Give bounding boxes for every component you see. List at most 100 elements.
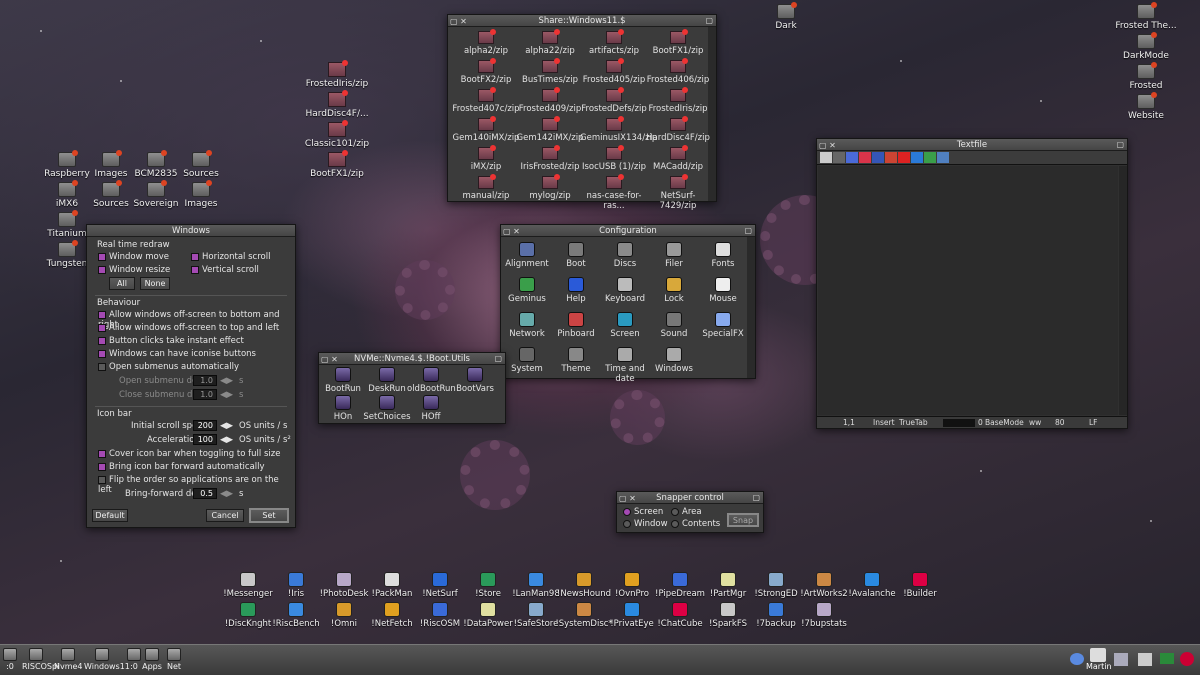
display-icon[interactable] [1138,653,1152,666]
stepper-arrows-icon[interactable]: ◀▶ [220,489,233,499]
title-bar[interactable]: ▢ ✕ NVMe::Nvme4.$.!Boot.Utils ▢ [319,353,505,365]
contents-radio[interactable]: Contents [671,519,720,529]
snapper-window[interactable]: ▢ ✕ Snapper control ▢ Screen Area Window… [616,491,764,533]
file-item[interactable]: GeminusIX134/zip [580,116,657,143]
file-item[interactable]: alpha22/zip [516,29,584,56]
title-bar[interactable]: Windows [87,225,295,237]
vertical-scroll-checkbox[interactable]: Vertical scroll [191,265,259,275]
file-item[interactable]: Frosted409/zip [516,87,584,114]
desktop-icon[interactable]: Dark [751,2,821,31]
close-icon[interactable]: ▢ ✕ [321,354,338,366]
iconbar-app[interactable]: !7bupstats [794,602,854,629]
desktop-icon[interactable]: Frosted The... [1111,2,1181,31]
boot-util-item[interactable]: HOff [407,395,455,422]
toggle-size-icon[interactable]: ▢ [752,492,760,504]
file-item[interactable]: Gem140iMX/zip [452,116,520,143]
iconbar-device[interactable]: Nvme4 [54,648,83,671]
title-bar[interactable]: ▢ ✕ Share::Windows11.$ ▢ [448,15,716,27]
config-item[interactable]: Mouse [699,277,747,304]
close-icon[interactable]: ▢ ✕ [819,140,836,152]
file-item[interactable]: NetSurf-7429/zip [644,174,712,211]
behaviour-option[interactable]: Allow windows off-screen to top and left [98,323,279,333]
behaviour-option[interactable]: Open submenus automatically [98,362,239,372]
pinned-zip[interactable]: FrostedIris/zip [302,60,372,89]
config-item[interactable]: Fonts [699,242,747,269]
boot-utils-window[interactable]: ▢ ✕ NVMe::Nvme4.$.!Boot.Utils ▢ BootRun D… [318,352,506,424]
file-item[interactable]: FrostedIris/zip [644,87,712,114]
close-delay-field[interactable]: 1.0 [193,389,217,400]
behaviour-option[interactable]: Windows can have iconise buttons [98,349,256,359]
set-button[interactable]: Set [249,508,289,523]
acceleration-field[interactable]: 100 [193,434,217,445]
file-item[interactable]: Frosted406/zip [644,58,712,85]
file-item[interactable]: HardDisc4F/zip [644,116,712,143]
config-item[interactable]: Screen [601,312,649,339]
config-item[interactable]: Pinboard [552,312,600,339]
file-item[interactable]: BootFX2/zip [452,58,520,85]
desktop-icon[interactable]: Website [1111,92,1181,121]
config-item[interactable]: Theme [552,347,600,374]
text-area[interactable] [818,166,1118,415]
file-item[interactable]: artifacts/zip [580,29,648,56]
file-item[interactable]: FrostedDefs/zip [580,87,648,114]
file-item[interactable]: Frosted405/zip [580,58,648,85]
config-item[interactable]: Network [503,312,551,339]
toggle-size-icon[interactable]: ▢ [705,15,713,27]
config-item[interactable]: SpecialFX [699,312,747,339]
default-button[interactable]: Default [92,509,128,522]
desktop-icon[interactable]: Frosted [1111,62,1181,91]
config-item[interactable]: Keyboard [601,277,649,304]
iconbar-device[interactable]: Net [160,648,188,671]
horizontal-scroll-checkbox[interactable]: Horizontal scroll [191,252,270,262]
file-item[interactable]: mylog/zip [516,174,584,201]
file-item[interactable]: alpha2/zip [452,29,520,56]
pinned-zip[interactable]: Classic101/zip [302,120,372,149]
config-item[interactable]: Time and date [601,347,649,384]
file-item[interactable]: MACadd/zip [644,145,712,172]
file-item[interactable]: IsocUSB (1)/zip [580,145,648,172]
stepper-arrows-icon[interactable]: ◀▶ [220,421,233,431]
config-item[interactable]: Filer [650,242,698,269]
iconbar-device[interactable]: Windows11 [84,648,130,671]
boot-util-item[interactable]: DeskRun [363,367,411,394]
globe-icon[interactable] [1070,653,1084,665]
stepper-arrows-icon[interactable]: ◀▶ [220,376,233,386]
cancel-button[interactable]: Cancel [206,509,244,522]
boot-util-item[interactable]: BootVars [451,367,499,394]
boot-util-item[interactable]: oldBootRun [407,367,456,394]
boot-util-item[interactable]: SetChoices [363,395,411,422]
desktop-icon[interactable]: Sources [166,150,236,179]
window-move-checkbox[interactable]: Window move [98,252,169,262]
toggle-size-icon[interactable]: ▢ [744,225,752,237]
save-icon[interactable] [872,152,884,163]
scrollbar[interactable] [747,237,755,378]
config-item[interactable]: Lock [650,277,698,304]
boot-util-item[interactable]: HOn [319,395,367,422]
file-item[interactable]: BootFX1/zip [644,29,712,56]
config-item[interactable]: Discs [601,242,649,269]
file-item[interactable]: iMX/zip [452,145,520,172]
iconbar-option[interactable]: Cover icon bar when toggling to full siz… [98,449,280,459]
replace-icon[interactable] [924,152,936,163]
config-item[interactable]: Boot [552,242,600,269]
none-button[interactable]: None [140,277,170,290]
pinned-zip[interactable]: HardDisc4F/... [302,90,372,119]
cut-icon[interactable] [885,152,897,163]
area-radio[interactable]: Area [671,507,702,517]
window-resize-checkbox[interactable]: Window resize [98,265,170,275]
file-item[interactable]: nas-case-for-ras... [580,174,648,211]
stepper-arrows-icon[interactable]: ◀▶ [220,435,233,445]
config-item[interactable]: Geminus [503,277,551,304]
open-delay-field[interactable]: 1.0 [193,375,217,386]
config-item[interactable]: Windows [650,347,698,374]
file-item[interactable]: Frosted407c/zip [452,87,520,114]
file-item[interactable]: Gem142iMX/zip [516,116,584,143]
snap-button[interactable]: Snap [727,513,759,527]
user-icon[interactable] [1090,648,1106,662]
desktop-icon[interactable]: DarkMode [1111,32,1181,61]
title-bar[interactable]: ▢ ✕ Textfile ▢ [817,139,1127,151]
search-icon[interactable] [846,152,858,163]
scroll-speed-field[interactable]: 200 [193,420,217,431]
settings-icon[interactable] [859,152,871,163]
config-item[interactable]: System [503,347,551,374]
